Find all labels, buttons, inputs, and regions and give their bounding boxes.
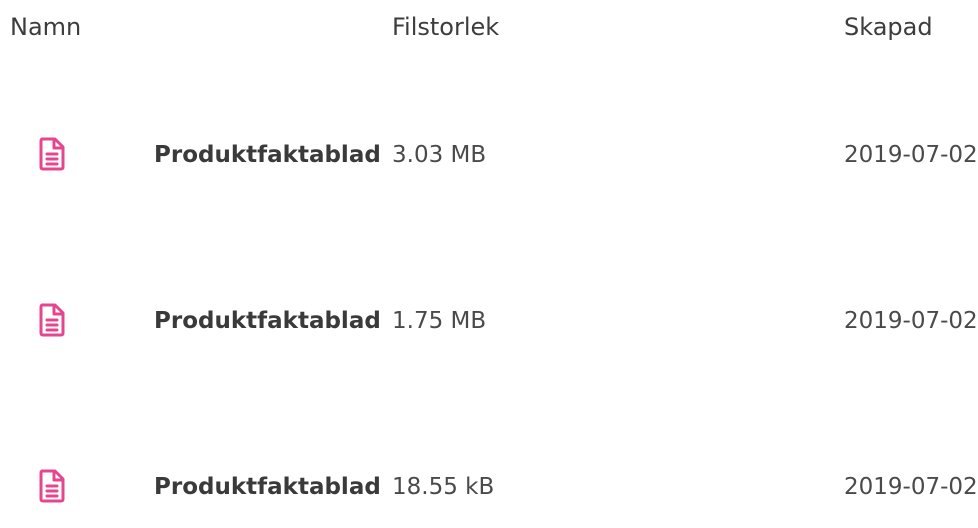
table-row[interactable]: Produktfaktablad 1.75 MB 2019-07-02 xyxy=(0,302,978,362)
document-icon[interactable] xyxy=(38,302,66,338)
column-header-size[interactable]: Filstorlek xyxy=(392,10,499,44)
table-row[interactable]: Produktfaktablad 18.55 kB 2019-07-02 xyxy=(0,468,978,528)
table-header: Namn Filstorlek Skapad xyxy=(0,0,978,56)
column-header-name[interactable]: Namn xyxy=(10,10,81,44)
file-created-date: 2019-07-02 xyxy=(844,142,978,168)
file-created-date: 2019-07-02 xyxy=(844,308,978,334)
document-icon[interactable] xyxy=(38,468,66,504)
file-created-date: 2019-07-02 xyxy=(844,474,978,500)
file-name-link[interactable]: Produktfaktablad xyxy=(154,304,381,338)
file-size: 18.55 kB xyxy=(392,474,495,500)
table-row[interactable]: Produktfaktablad 3.03 MB 2019-07-02 xyxy=(0,136,978,196)
file-name-link[interactable]: Produktfaktablad xyxy=(154,470,381,504)
file-name-link[interactable]: Produktfaktablad xyxy=(154,138,381,172)
file-size: 3.03 MB xyxy=(392,142,487,168)
document-icon[interactable] xyxy=(38,136,66,172)
column-header-created[interactable]: Skapad xyxy=(844,10,933,44)
file-size: 1.75 MB xyxy=(392,308,487,334)
